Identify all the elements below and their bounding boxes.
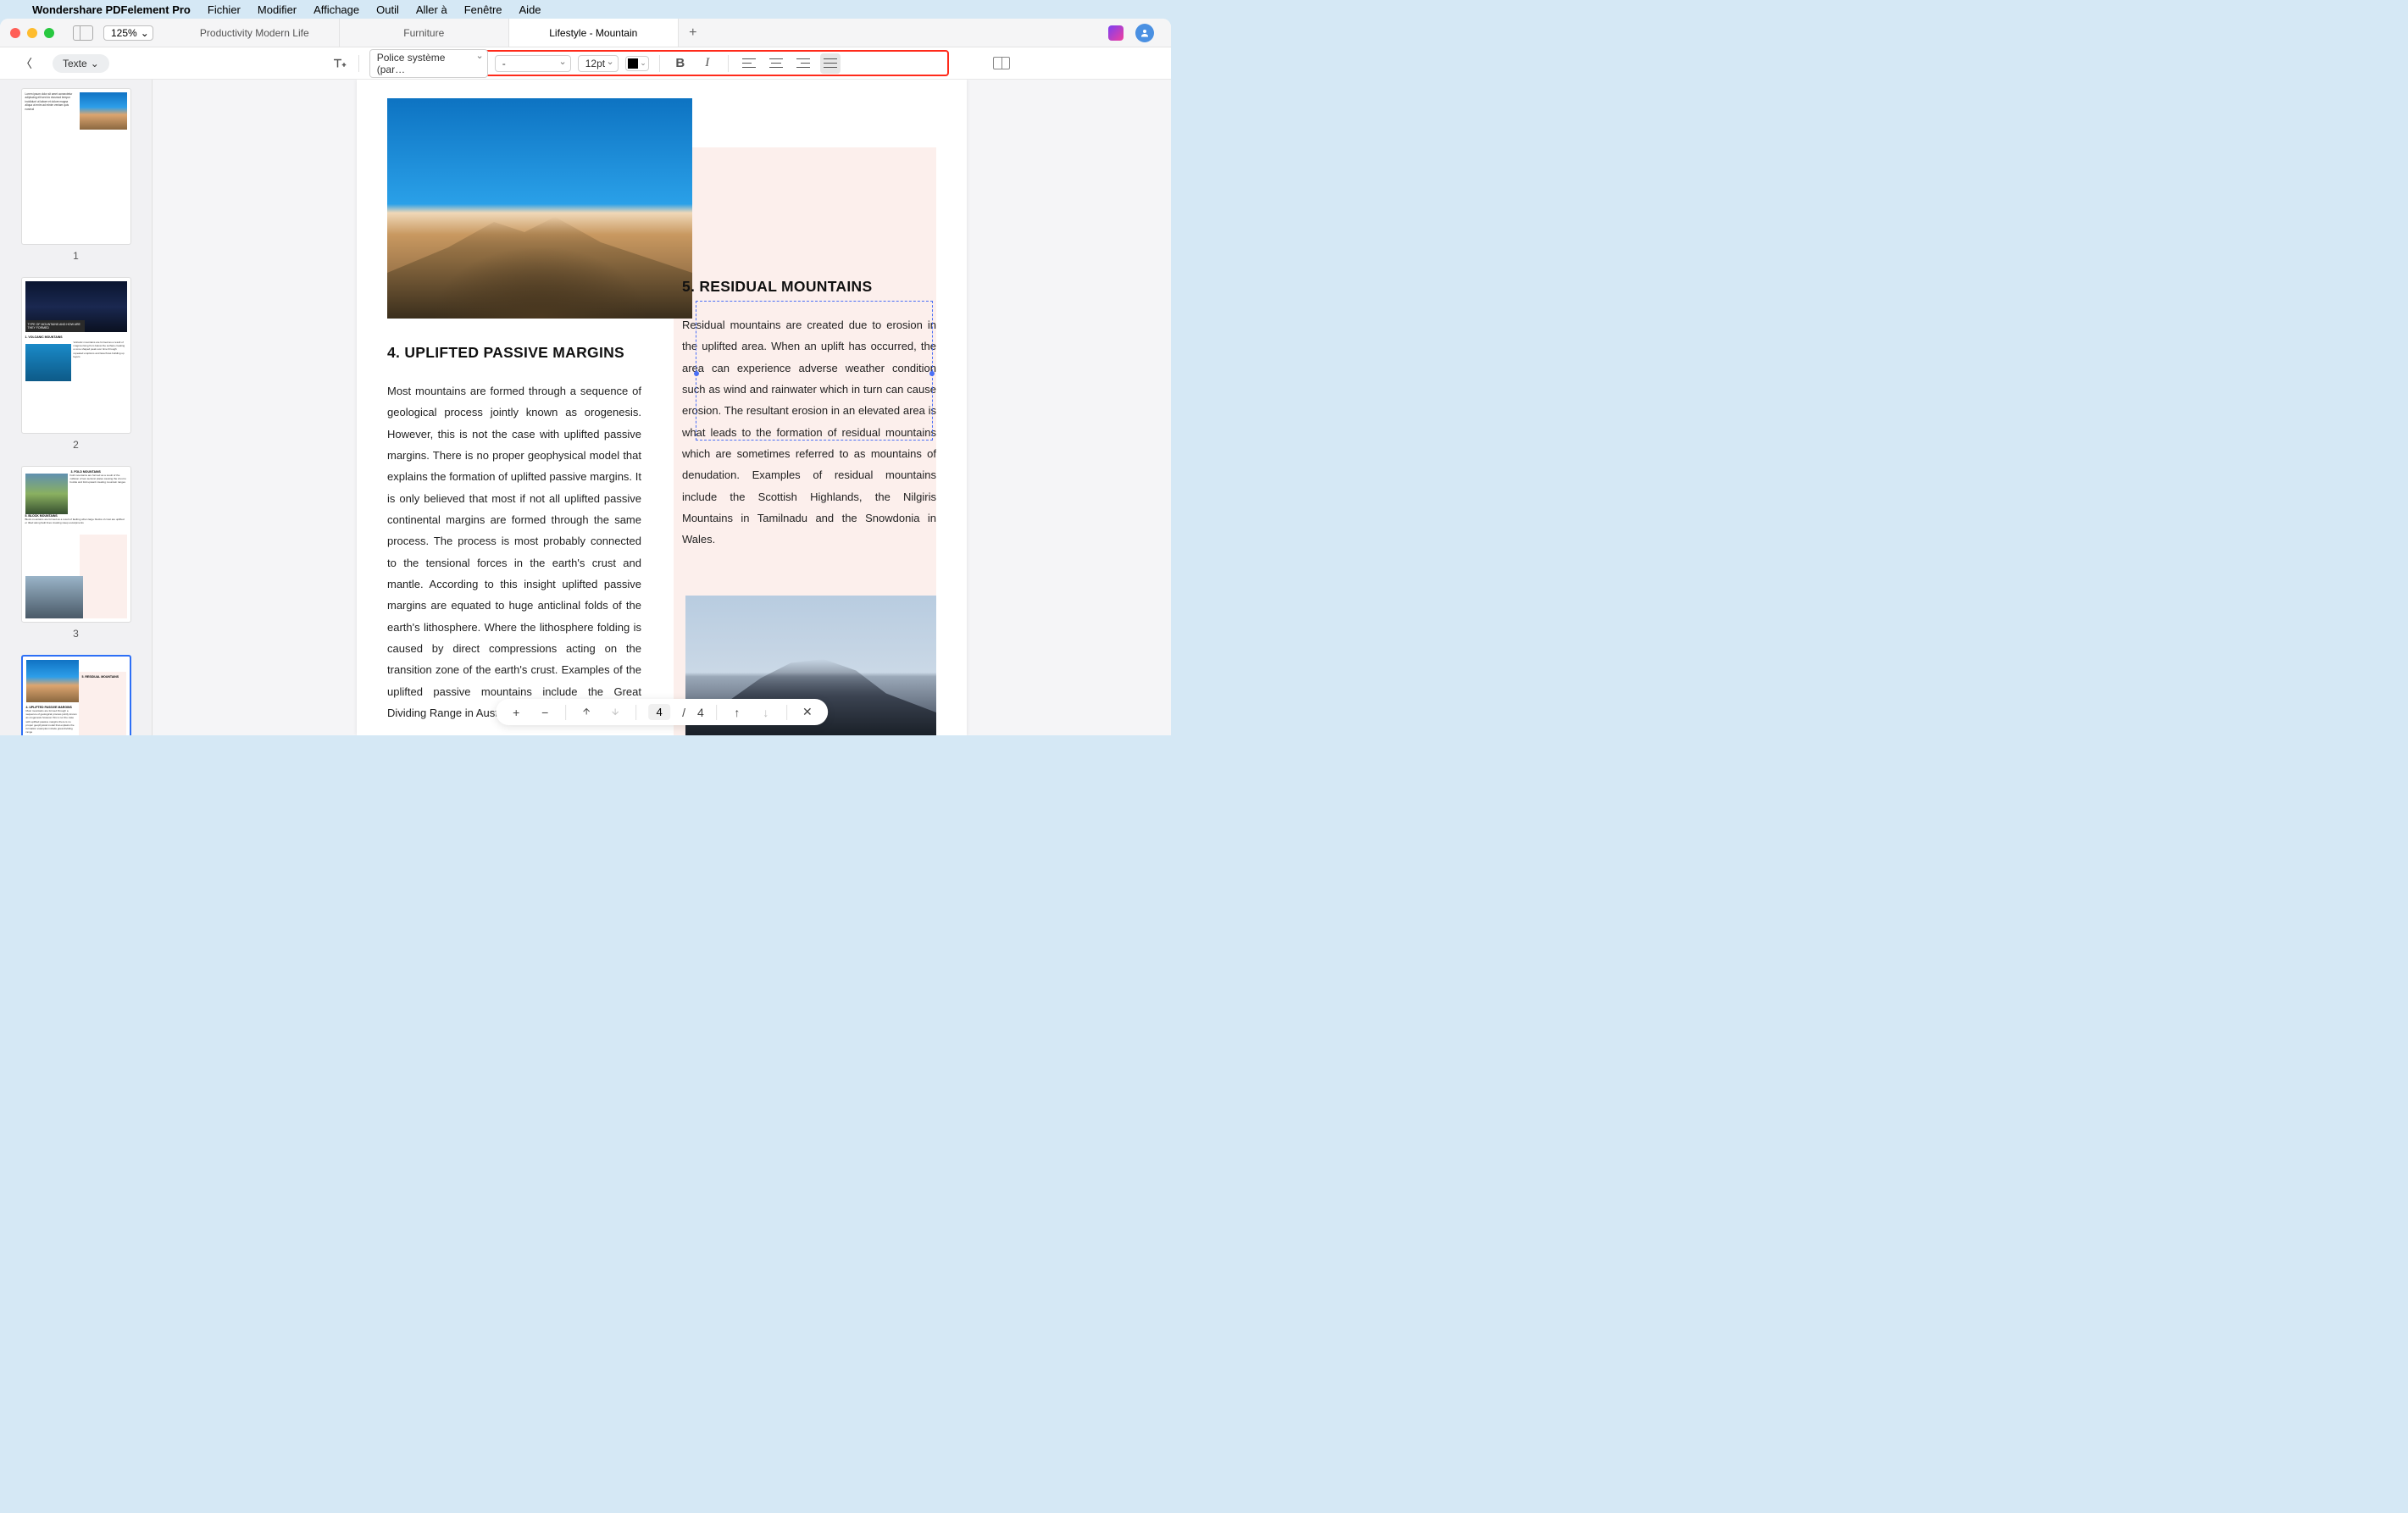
- text-edit-toolbar: 〈 Texte ⌄ Police système (par… - 12pt ⌄ …: [0, 47, 1171, 80]
- zoom-level-select[interactable]: 125% ⌄: [103, 25, 153, 41]
- menu-aller-a[interactable]: Aller à: [416, 3, 447, 16]
- first-page-button[interactable]: [578, 706, 595, 719]
- section-body-4[interactable]: Most mountains are formed through a sequ…: [387, 380, 641, 724]
- prev-page-button[interactable]: ↑: [729, 706, 746, 719]
- thumb-image: [25, 344, 71, 381]
- menu-modifier[interactable]: Modifier: [258, 3, 297, 16]
- font-style-select[interactable]: -: [495, 55, 571, 72]
- ai-assistant-icon[interactable]: [1108, 25, 1124, 41]
- app-name[interactable]: Wondershare PDFelement Pro: [32, 3, 191, 16]
- page-thumbnail-1[interactable]: Lorem ipsum dolor sit amet consectetur a…: [21, 88, 131, 245]
- document-page: 4. UPLIFTED PASSIVE MARGINS Most mountai…: [357, 80, 967, 735]
- titlebar-right: [1108, 24, 1161, 42]
- page-number-input[interactable]: [648, 704, 670, 720]
- add-text-icon[interactable]: [330, 54, 348, 73]
- next-page-button[interactable]: ↓: [757, 706, 774, 719]
- section-heading-4[interactable]: 4. UPLIFTED PASSIVE MARGINS: [387, 344, 641, 362]
- thumb-image: [25, 474, 68, 514]
- page-image-mountain: [387, 98, 692, 319]
- italic-button[interactable]: I: [697, 53, 718, 74]
- font-family-select[interactable]: Police système (par…: [369, 49, 488, 78]
- toolbar-font-group: Police système (par… - 12pt ⌄ B I: [330, 49, 841, 78]
- zoom-value: 125%: [111, 27, 137, 39]
- tab-lifestyle-mountain[interactable]: Lifestyle - Mountain: [509, 19, 679, 47]
- menu-outil[interactable]: Outil: [376, 3, 399, 16]
- app-window: 125% ⌄ Productivity Modern Life Furnitur…: [0, 19, 1171, 735]
- zoom-out-button[interactable]: −: [536, 706, 553, 719]
- page-thumbnail-2[interactable]: TYPE OF MOUNTAINS AND HOW ARE THEY FORME…: [21, 277, 131, 434]
- tab-furniture[interactable]: Furniture: [340, 19, 509, 47]
- page-separator: /: [682, 706, 685, 719]
- traffic-lights: [10, 28, 54, 38]
- last-page-button[interactable]: [607, 706, 624, 719]
- chevron-down-icon: ⌄: [141, 27, 149, 39]
- reading-view-icon[interactable]: [993, 57, 1010, 69]
- column-left: 4. UPLIFTED PASSIVE MARGINS Most mountai…: [387, 344, 641, 724]
- bold-button[interactable]: B: [670, 53, 691, 74]
- zoom-in-button[interactable]: +: [508, 706, 524, 719]
- align-right-button[interactable]: [793, 53, 813, 74]
- section-heading-5[interactable]: 5. RESIDUAL MOUNTAINS: [682, 278, 936, 296]
- thumb-number: 3: [73, 628, 79, 640]
- thumb-image: [80, 92, 127, 130]
- thumb-number: 1: [73, 250, 79, 262]
- thumb-image: [25, 576, 83, 618]
- align-center-button[interactable]: [766, 53, 786, 74]
- thumb-image: [26, 660, 79, 702]
- text-selection-box[interactable]: [696, 301, 933, 441]
- thumbnail-panel[interactable]: Lorem ipsum dolor sit amet consectetur a…: [0, 80, 153, 735]
- thumb-number: 2: [73, 439, 79, 451]
- main-area: Lorem ipsum dolor sit amet consectetur a…: [0, 80, 1171, 735]
- tab-productivity[interactable]: Productivity Modern Life: [170, 19, 340, 47]
- window-maximize-button[interactable]: [44, 28, 54, 38]
- menu-fenetre[interactable]: Fenêtre: [464, 3, 502, 16]
- window-minimize-button[interactable]: [27, 28, 37, 38]
- edit-mode-pill[interactable]: Texte ⌄: [53, 54, 109, 73]
- document-tabs: Productivity Modern Life Furniture Lifes…: [170, 19, 1108, 47]
- document-viewer[interactable]: 4. UPLIFTED PASSIVE MARGINS Most mountai…: [153, 80, 1171, 735]
- back-button[interactable]: 〈: [14, 52, 39, 75]
- macos-menubar: Wondershare PDFelement Pro Fichier Modif…: [0, 0, 1171, 19]
- font-size-select[interactable]: 12pt: [578, 55, 619, 72]
- page-thumbnail-4[interactable]: 5. RESIDUAL MOUNTAINS 4. UPLIFTED PASSIV…: [21, 655, 131, 735]
- menu-affichage[interactable]: Affichage: [313, 3, 359, 16]
- user-account-icon[interactable]: [1135, 24, 1154, 42]
- font-color-picker[interactable]: ⌄: [625, 56, 649, 71]
- menu-fichier[interactable]: Fichier: [208, 3, 241, 16]
- chevron-down-icon: ⌄: [640, 58, 646, 68]
- align-left-button[interactable]: [739, 53, 759, 74]
- page-total: 4: [697, 706, 704, 719]
- align-justify-button[interactable]: [820, 53, 841, 74]
- titlebar: 125% ⌄ Productivity Modern Life Furnitur…: [0, 19, 1171, 47]
- window-close-button[interactable]: [10, 28, 20, 38]
- close-navigator-button[interactable]: ✕: [799, 705, 816, 719]
- menu-aide[interactable]: Aide: [519, 3, 541, 16]
- chevron-down-icon: ⌄: [91, 58, 99, 69]
- page-navigator: + − / 4 ↑ ↓ ✕: [496, 699, 828, 725]
- add-tab-button[interactable]: +: [679, 19, 707, 47]
- page-thumbnail-3[interactable]: 3. FOLD MOUNTAINS Fold mountains are for…: [21, 466, 131, 623]
- sidebar-toggle-icon[interactable]: [73, 25, 93, 41]
